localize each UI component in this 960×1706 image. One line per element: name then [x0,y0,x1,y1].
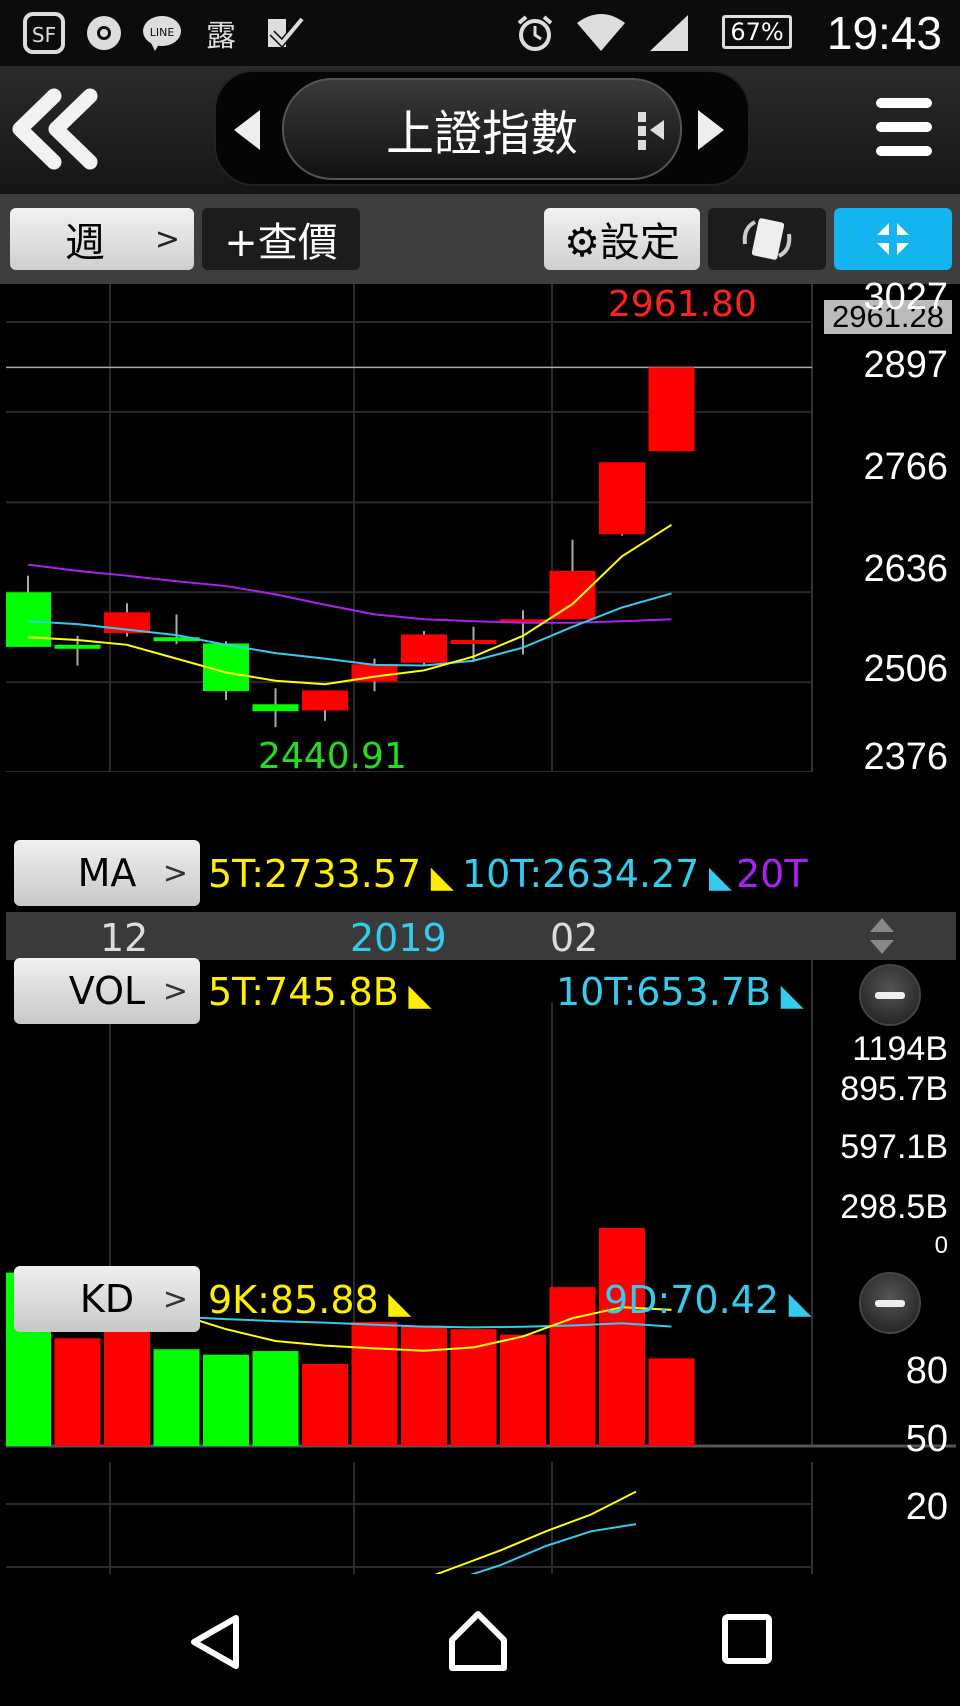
rotate-icon [742,218,792,260]
ma-button-label: MA [77,851,137,895]
status-bar: SF LINE 露 67% 19:43 [0,0,960,66]
check-app-icon [262,12,306,54]
d-legend: 9D:70.42 ◣ [604,1278,812,1322]
chevron-right-icon: > [162,973,188,1009]
system-nav-bar [0,1580,960,1706]
time-axis-label: 02 [550,916,599,960]
volume-bar [500,1334,546,1446]
battery-icon: 67% [722,15,792,49]
ma5-legend: 5T:2733.57 ◣ [208,852,454,896]
volume-bar [302,1363,348,1446]
volume-bar [401,1325,447,1446]
vol-ma10-legend: 10T:653.7B ◣ [556,970,804,1014]
symbol-list-icon[interactable] [636,108,666,156]
volume-bar [549,1287,596,1446]
vol-y-label: 1194B [852,1030,948,1068]
time-axis [6,912,956,960]
recents-nav-icon[interactable] [722,1614,772,1668]
price-y-label: 2897 [863,344,948,386]
price-y-label: 2766 [863,446,948,488]
price-y-label: 2506 [863,648,948,690]
vol-y-label: 298.5B [840,1188,948,1226]
vol-button-label: VOL [68,969,146,1013]
kd-y-label: 50 [905,1418,948,1460]
menu-icon[interactable] [876,98,932,160]
prev-symbol-icon[interactable] [230,106,264,158]
alarm-icon [512,12,558,54]
rotate-screen-button[interactable] [708,208,826,270]
kd-y-label: 20 [905,1486,948,1528]
next-symbol-icon[interactable] [694,106,728,158]
vol-indicator-button[interactable]: VOL > [14,958,200,1024]
time-axis-label: 2019 [350,916,447,960]
candle [54,644,101,649]
k-legend: 9K:85.88 ◣ [208,1278,412,1322]
svg-text:LINE: LINE [150,26,175,39]
high-price-label: 2961.80 [608,284,757,325]
chevron-right-icon: > [162,1281,188,1317]
volume-bar [351,1321,398,1446]
time-axis-label: 12 [100,916,149,960]
sf-app-icon: SF [22,12,66,54]
volume-bar [252,1351,299,1446]
back-icon[interactable] [10,86,100,172]
shrink-icon [877,223,909,255]
vol-y-label: 597.1B [840,1128,948,1166]
page-title[interactable]: 上證指數 [282,78,682,180]
price-y-label: 2376 [863,736,948,778]
remove-kd-panel-button[interactable] [859,1272,921,1334]
kd-button-label: KD [79,1277,135,1321]
fullscreen-button[interactable] [834,208,952,270]
volume-bar [54,1338,101,1446]
kd-y-label: 80 [905,1350,948,1392]
ma-indicator-button[interactable]: MA > [14,840,200,906]
candle [450,639,497,644]
wifi-icon [574,12,628,54]
settings-button[interactable]: ⚙設定 [544,208,700,270]
candle [401,634,447,663]
volume-bar [648,1358,695,1446]
price-y-label: 3027 [863,276,948,318]
volume-bar [203,1354,249,1446]
clock: 19:43 [826,7,942,59]
resize-handle-icon[interactable] [868,916,896,960]
period-button[interactable]: 週 > [10,208,194,270]
back-nav-icon[interactable] [188,1614,242,1674]
signal-icon [646,12,692,54]
vol-y-label: 895.7B [840,1070,948,1108]
candle [648,367,695,452]
ma20-legend: 20T [736,852,808,896]
price-panel-bottom [6,772,956,840]
chrome-icon [82,12,126,54]
low-price-label: 2440.91 [258,736,407,777]
volume-bar [599,1228,645,1446]
quote-button[interactable]: +查價 [202,208,360,270]
remove-vol-panel-button[interactable] [859,964,921,1026]
chevron-right-icon: > [154,221,180,257]
volume-bar [153,1349,200,1446]
chevron-right-icon: > [162,855,188,891]
chart-toolbar: 週 > +查價 ⚙設定 [0,194,960,284]
home-nav-icon[interactable] [448,1610,508,1676]
period-label: 週 [65,220,105,266]
price-y-label: 2636 [863,548,948,590]
candle [599,462,645,535]
volume-bar [104,1314,150,1446]
vol-y-label: 0 [934,1232,948,1259]
candle [549,570,596,620]
lu-app-icon: 露 [206,19,236,54]
chart-area: 2961.80 2440.91 2961.28 3027 2897 2766 2… [6,276,956,1574]
candle [302,690,348,711]
app-header: 上證指數 [0,66,960,194]
candle [252,704,299,712]
svg-text:SF: SF [32,23,56,47]
kd-indicator-button[interactable]: KD > [14,1266,200,1332]
vol-ma5-legend: 5T:745.8B ◣ [208,970,432,1014]
ma10-legend: 10T:2634.27 ◣ [462,852,732,896]
line-icon: LINE [140,12,184,54]
